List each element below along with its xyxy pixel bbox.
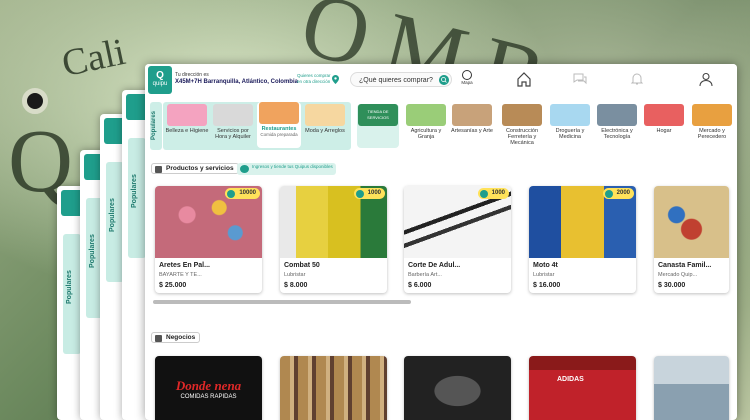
- category-belleza[interactable]: Belleza e Higiene: [165, 104, 209, 148]
- product-card[interactable]: 2000 Moto 4t Lubristar $ 16.000: [529, 186, 636, 293]
- product-name: Corte De Adul...: [408, 262, 461, 269]
- quipus-icon: [240, 165, 249, 173]
- quipus-price-badge: 1000: [353, 188, 385, 199]
- product-store: Mercado Quip...: [658, 272, 698, 278]
- category-image: [502, 104, 542, 126]
- category-image: [406, 104, 446, 126]
- category-artesanias[interactable]: Artesanías y Arte: [451, 104, 493, 148]
- category-image: [305, 104, 345, 126]
- business-icon: [155, 335, 162, 342]
- category-electronica[interactable]: Electrónica y Tecnología: [595, 104, 639, 148]
- business-card[interactable]: [654, 356, 729, 420]
- category-tienda-servicios[interactable]: TIENDA DE SERVICIOS: [357, 104, 399, 148]
- product-name: Aretes En Pal...: [159, 262, 210, 269]
- category-image: [597, 104, 637, 126]
- map-button[interactable]: Mapa: [458, 70, 476, 92]
- category-image: [644, 104, 684, 126]
- category-image: [452, 104, 492, 126]
- category-agricultura[interactable]: Agricultura y Granja: [405, 104, 447, 148]
- category-image: [167, 104, 207, 126]
- product-price: $ 30.000: [658, 282, 686, 289]
- category-image: [259, 102, 299, 124]
- product-store: BAYARTE Y TE...: [159, 272, 202, 278]
- category-image: [550, 104, 590, 126]
- category-image: [213, 104, 253, 126]
- horizontal-scrollbar[interactable]: [153, 300, 411, 304]
- product-store: Lubristar: [533, 272, 555, 278]
- quipus-badge[interactable]: Ingresos y tiende tus Quipus disponibles: [237, 163, 336, 175]
- business-card[interactable]: [280, 356, 387, 420]
- product-card[interactable]: 1000 Combat 50 Lubristar $ 8.000: [280, 186, 387, 293]
- search-input[interactable]: [359, 75, 439, 85]
- category-mercado[interactable]: Mercado y Perecedero: [689, 104, 735, 148]
- top-bar: Qquipu Tu dirección es X45M+7H Barranqui…: [145, 64, 737, 94]
- product-photo: [654, 186, 729, 258]
- business-title: ADIDAS: [557, 376, 584, 383]
- chat-icon[interactable]: [572, 71, 588, 87]
- product-name: Canasta Famil...: [658, 262, 712, 269]
- products-section-label: Productos y servicios: [151, 163, 239, 174]
- product-name: Moto 4t: [533, 262, 558, 269]
- address-label: Tu dirección es: [175, 72, 209, 78]
- quipus-price-badge: 1000: [477, 188, 509, 199]
- user-icon[interactable]: [698, 71, 714, 87]
- category-restaurantes[interactable]: Restaurantes Comida preparada: [257, 102, 301, 148]
- quipu-logo[interactable]: Qquipu: [148, 66, 172, 94]
- product-price: $ 25.000: [159, 282, 187, 289]
- product-card[interactable]: 1000 Corte De Adul... Barbería Art... $ …: [404, 186, 511, 293]
- populares-tab[interactable]: Populares: [150, 102, 162, 150]
- quipus-coin-icon: [479, 190, 488, 198]
- category-servicios[interactable]: Servicios por Hora y Alquiler: [211, 104, 255, 148]
- popular-category-group: Belleza e Higiene Servicios por Hora y A…: [163, 102, 351, 150]
- category-moda[interactable]: Moda y Arreglos: [303, 104, 347, 148]
- search-icon[interactable]: [439, 75, 449, 85]
- business-title: Donde nena: [175, 378, 242, 393]
- product-price: $ 6.000: [408, 282, 432, 289]
- quipus-coin-icon: [604, 190, 613, 198]
- address-value[interactable]: X45M+7H Barranquilla, Atlántico, Colombi…: [175, 79, 298, 85]
- background-text-cali: Cali: [58, 30, 130, 86]
- product-price: $ 8.000: [284, 282, 308, 289]
- business-card[interactable]: Donde nena COMIDAS RAPIDAS: [155, 356, 262, 420]
- quipus-coin-icon: [355, 190, 364, 198]
- category-construccion[interactable]: Construcción Ferretería y Mecánica: [499, 104, 545, 148]
- category-bar: Populares Belleza e Higiene Servicios po…: [145, 102, 737, 150]
- quipus-price-badge: 2000: [602, 188, 634, 199]
- ghost-sidebar: Populares: [128, 138, 146, 258]
- product-card[interactable]: Canasta Famil... Mercado Quip... $ 30.00…: [654, 186, 729, 293]
- category-image: [692, 104, 732, 126]
- home-icon[interactable]: [516, 71, 532, 87]
- category-drogueria[interactable]: Droguería y Medicina: [549, 104, 591, 148]
- product-store: Barbería Art...: [408, 272, 442, 278]
- product-name: Combat 50: [284, 262, 320, 269]
- main-window: Qquipu Tu dirección es X45M+7H Barranqui…: [145, 64, 737, 420]
- ghost-sidebar: Populares: [63, 234, 81, 354]
- business-card[interactable]: [404, 356, 511, 420]
- map-icon: [462, 70, 472, 80]
- category-hogar[interactable]: Hogar: [643, 104, 685, 148]
- products-icon: [155, 166, 162, 173]
- product-price: $ 16.000: [533, 282, 561, 289]
- business-subtitle: COMIDAS RAPIDAS: [180, 394, 237, 400]
- background-dot: [22, 88, 48, 114]
- business-section-label: Negocios: [151, 332, 201, 343]
- quipus-price-badge: 10000: [225, 188, 260, 199]
- location-pin-icon[interactable]: [332, 75, 339, 84]
- business-card[interactable]: ADIDAS: [529, 356, 636, 420]
- quipus-coin-icon: [227, 190, 236, 198]
- bell-icon[interactable]: [629, 71, 645, 87]
- product-store: Lubristar: [284, 272, 306, 278]
- other-address-link[interactable]: Quieres comprar en otra dirección: [297, 73, 331, 85]
- search-bar: [350, 72, 452, 87]
- product-card[interactable]: 10000 Aretes En Pal... BAYARTE Y TE... $…: [155, 186, 262, 293]
